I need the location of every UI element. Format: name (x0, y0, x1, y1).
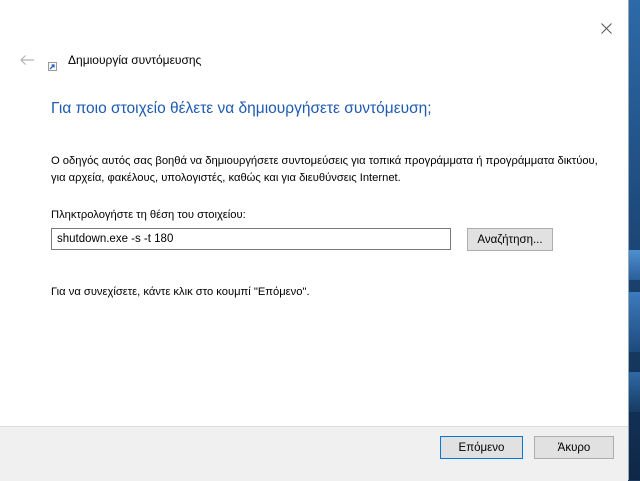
close-button[interactable] (592, 14, 620, 42)
wizard-description: Ο οδηγός αυτός σας βοηθά να δημιουργήσετ… (51, 155, 598, 184)
back-arrow-icon (20, 55, 34, 65)
location-label: Πληκτρολογήστε τη θέση του στοιχείου: (51, 209, 246, 221)
close-icon (600, 22, 612, 34)
cancel-button[interactable]: Άκυρο (534, 436, 614, 459)
next-button[interactable]: Επόμενο (440, 436, 523, 459)
browse-button[interactable]: Αναζήτηση... (467, 228, 553, 251)
shortcut-icon (48, 58, 57, 71)
continue-hint: Για να συνεχίσετε, κάντε κλικ στο κουμπί… (51, 286, 310, 298)
back-button[interactable] (16, 50, 38, 70)
page-heading: Για ποιο στοιχείο θέλετε να δημιουργήσετ… (51, 100, 432, 117)
create-shortcut-wizard-window: Δημιουργία συντόμευσης Για ποιο στοιχείο… (0, 0, 629, 481)
desktop-background (628, 0, 640, 480)
window-title: Δημιουργία συντόμευσης (68, 53, 202, 67)
location-input[interactable] (51, 228, 451, 250)
